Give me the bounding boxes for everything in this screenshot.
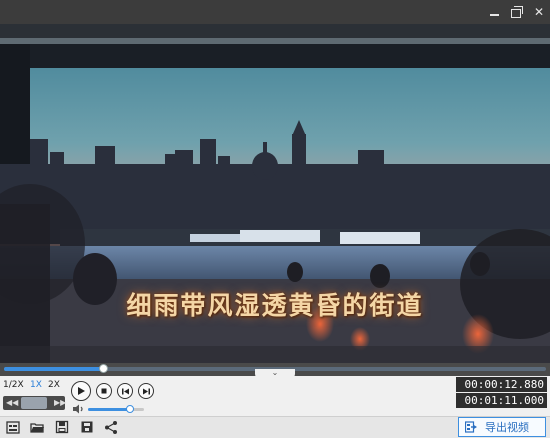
export-icon: [465, 421, 477, 433]
close-icon[interactable]: ✕: [530, 3, 548, 21]
speed-control: 1/2X 1X 2X ◀◀ ▶▶: [1, 378, 67, 412]
bottom-toolbar: 导出视频: [0, 416, 550, 438]
previous-frame-icon: [121, 388, 129, 394]
play-button[interactable]: [71, 381, 91, 401]
speed-slider[interactable]: ◀◀ ▶▶: [3, 396, 66, 410]
speed-option-1x[interactable]: 1X: [30, 380, 42, 390]
export-video-button[interactable]: 导出视频: [458, 417, 546, 437]
speed-option-2x[interactable]: 2X: [48, 380, 60, 390]
fast-forward-icon[interactable]: ▶▶: [54, 398, 66, 407]
title-bar: ✕: [0, 0, 550, 24]
previous-frame-button[interactable]: [117, 383, 133, 399]
progress-fill: [4, 367, 104, 371]
subtitle-text: 细雨带风湿透黄昏的街道: [126, 291, 424, 320]
next-frame-icon: [142, 388, 150, 394]
stop-icon: [101, 388, 107, 394]
video-preview[interactable]: 细雨带风湿透黄昏的街道: [0, 24, 550, 363]
export-video-label: 导出视频: [485, 421, 529, 434]
share-icon[interactable]: [104, 420, 119, 435]
player-controls: 1/2X 1X 2X ◀◀ ▶▶ 00:00:12.880 00:01:11.0…: [0, 376, 550, 416]
save-icon[interactable]: [55, 420, 70, 435]
current-time: 00:00:12.880: [456, 377, 547, 392]
progress-handle[interactable]: [99, 364, 109, 373]
speed-option-half[interactable]: 1/2X: [3, 380, 24, 390]
save-as-icon[interactable]: [80, 420, 95, 435]
minimize-icon[interactable]: [486, 3, 504, 21]
volume-slider[interactable]: [88, 405, 144, 413]
video-player-window: ✕ 细雨带风湿透黄昏的街道 ⌄ 1/2X 1X 2X ◀◀ ▶▶ 00:00:1…: [0, 0, 550, 438]
play-icon: [78, 387, 85, 395]
stop-button[interactable]: [96, 383, 112, 399]
restore-icon[interactable]: [508, 3, 526, 21]
open-folder-icon[interactable]: [30, 420, 45, 435]
total-duration: 00:01:11.000: [456, 393, 547, 408]
next-frame-button[interactable]: [138, 383, 154, 399]
volume-icon[interactable]: [72, 404, 86, 414]
rewind-icon[interactable]: ◀◀: [6, 398, 18, 407]
speed-slider-thumb[interactable]: [21, 397, 47, 409]
volume-fill: [88, 408, 130, 411]
subtitle-edit-icon[interactable]: [6, 420, 21, 435]
volume-handle[interactable]: [126, 405, 134, 413]
